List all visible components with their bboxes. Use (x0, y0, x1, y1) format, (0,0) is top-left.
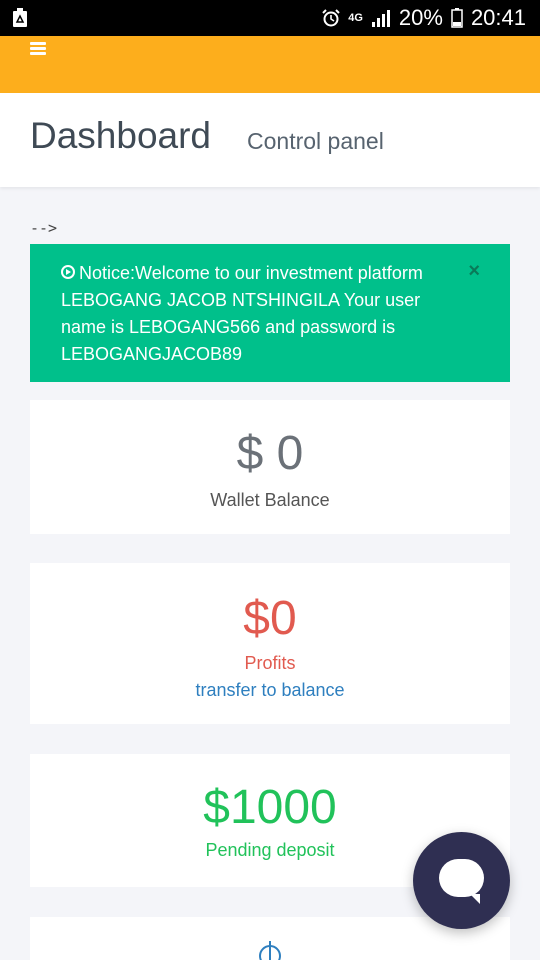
dollar-circle-icon (259, 941, 281, 960)
page-title: Dashboard (30, 115, 212, 156)
wallet-balance-label: Wallet Balance (210, 490, 330, 510)
chat-bubble-icon (439, 859, 484, 904)
page-header: Dashboard Control panel (0, 93, 540, 187)
wallet-balance-card: $ 0 Wallet Balance (30, 400, 510, 534)
stray-arrow-text: --> (30, 219, 58, 237)
clock: 20:41 (470, 5, 526, 30)
menu-icon[interactable] (30, 42, 46, 55)
signal-icon (371, 10, 390, 27)
chat-button[interactable] (413, 832, 510, 929)
network-4g-icon: 4G (348, 12, 363, 24)
top-app-bar (0, 36, 540, 93)
page-subtitle: Control panel (247, 128, 384, 154)
status-bar: 4G 20% 20:41 (0, 0, 540, 36)
pending-deposit-amount: $1000 (203, 781, 337, 834)
notice-alert: Notice:Welcome to our investment platfor… (30, 244, 510, 382)
notice-prefix: Notice: (79, 263, 136, 283)
battery-icon (451, 8, 463, 28)
alarm-icon (322, 9, 340, 27)
transfer-to-balance-link[interactable]: transfer to balance (30, 680, 510, 701)
close-icon[interactable]: × (468, 258, 480, 285)
profits-amount: $0 (243, 592, 297, 645)
arrow-circle-right-icon (61, 265, 75, 279)
profits-card: $0 Profits transfer to balance (30, 563, 510, 724)
profits-label: Profits (244, 653, 296, 673)
recycle-icon (13, 8, 27, 27)
battery-percent: 20% (398, 5, 443, 30)
wallet-balance-amount: $ 0 (236, 427, 304, 480)
